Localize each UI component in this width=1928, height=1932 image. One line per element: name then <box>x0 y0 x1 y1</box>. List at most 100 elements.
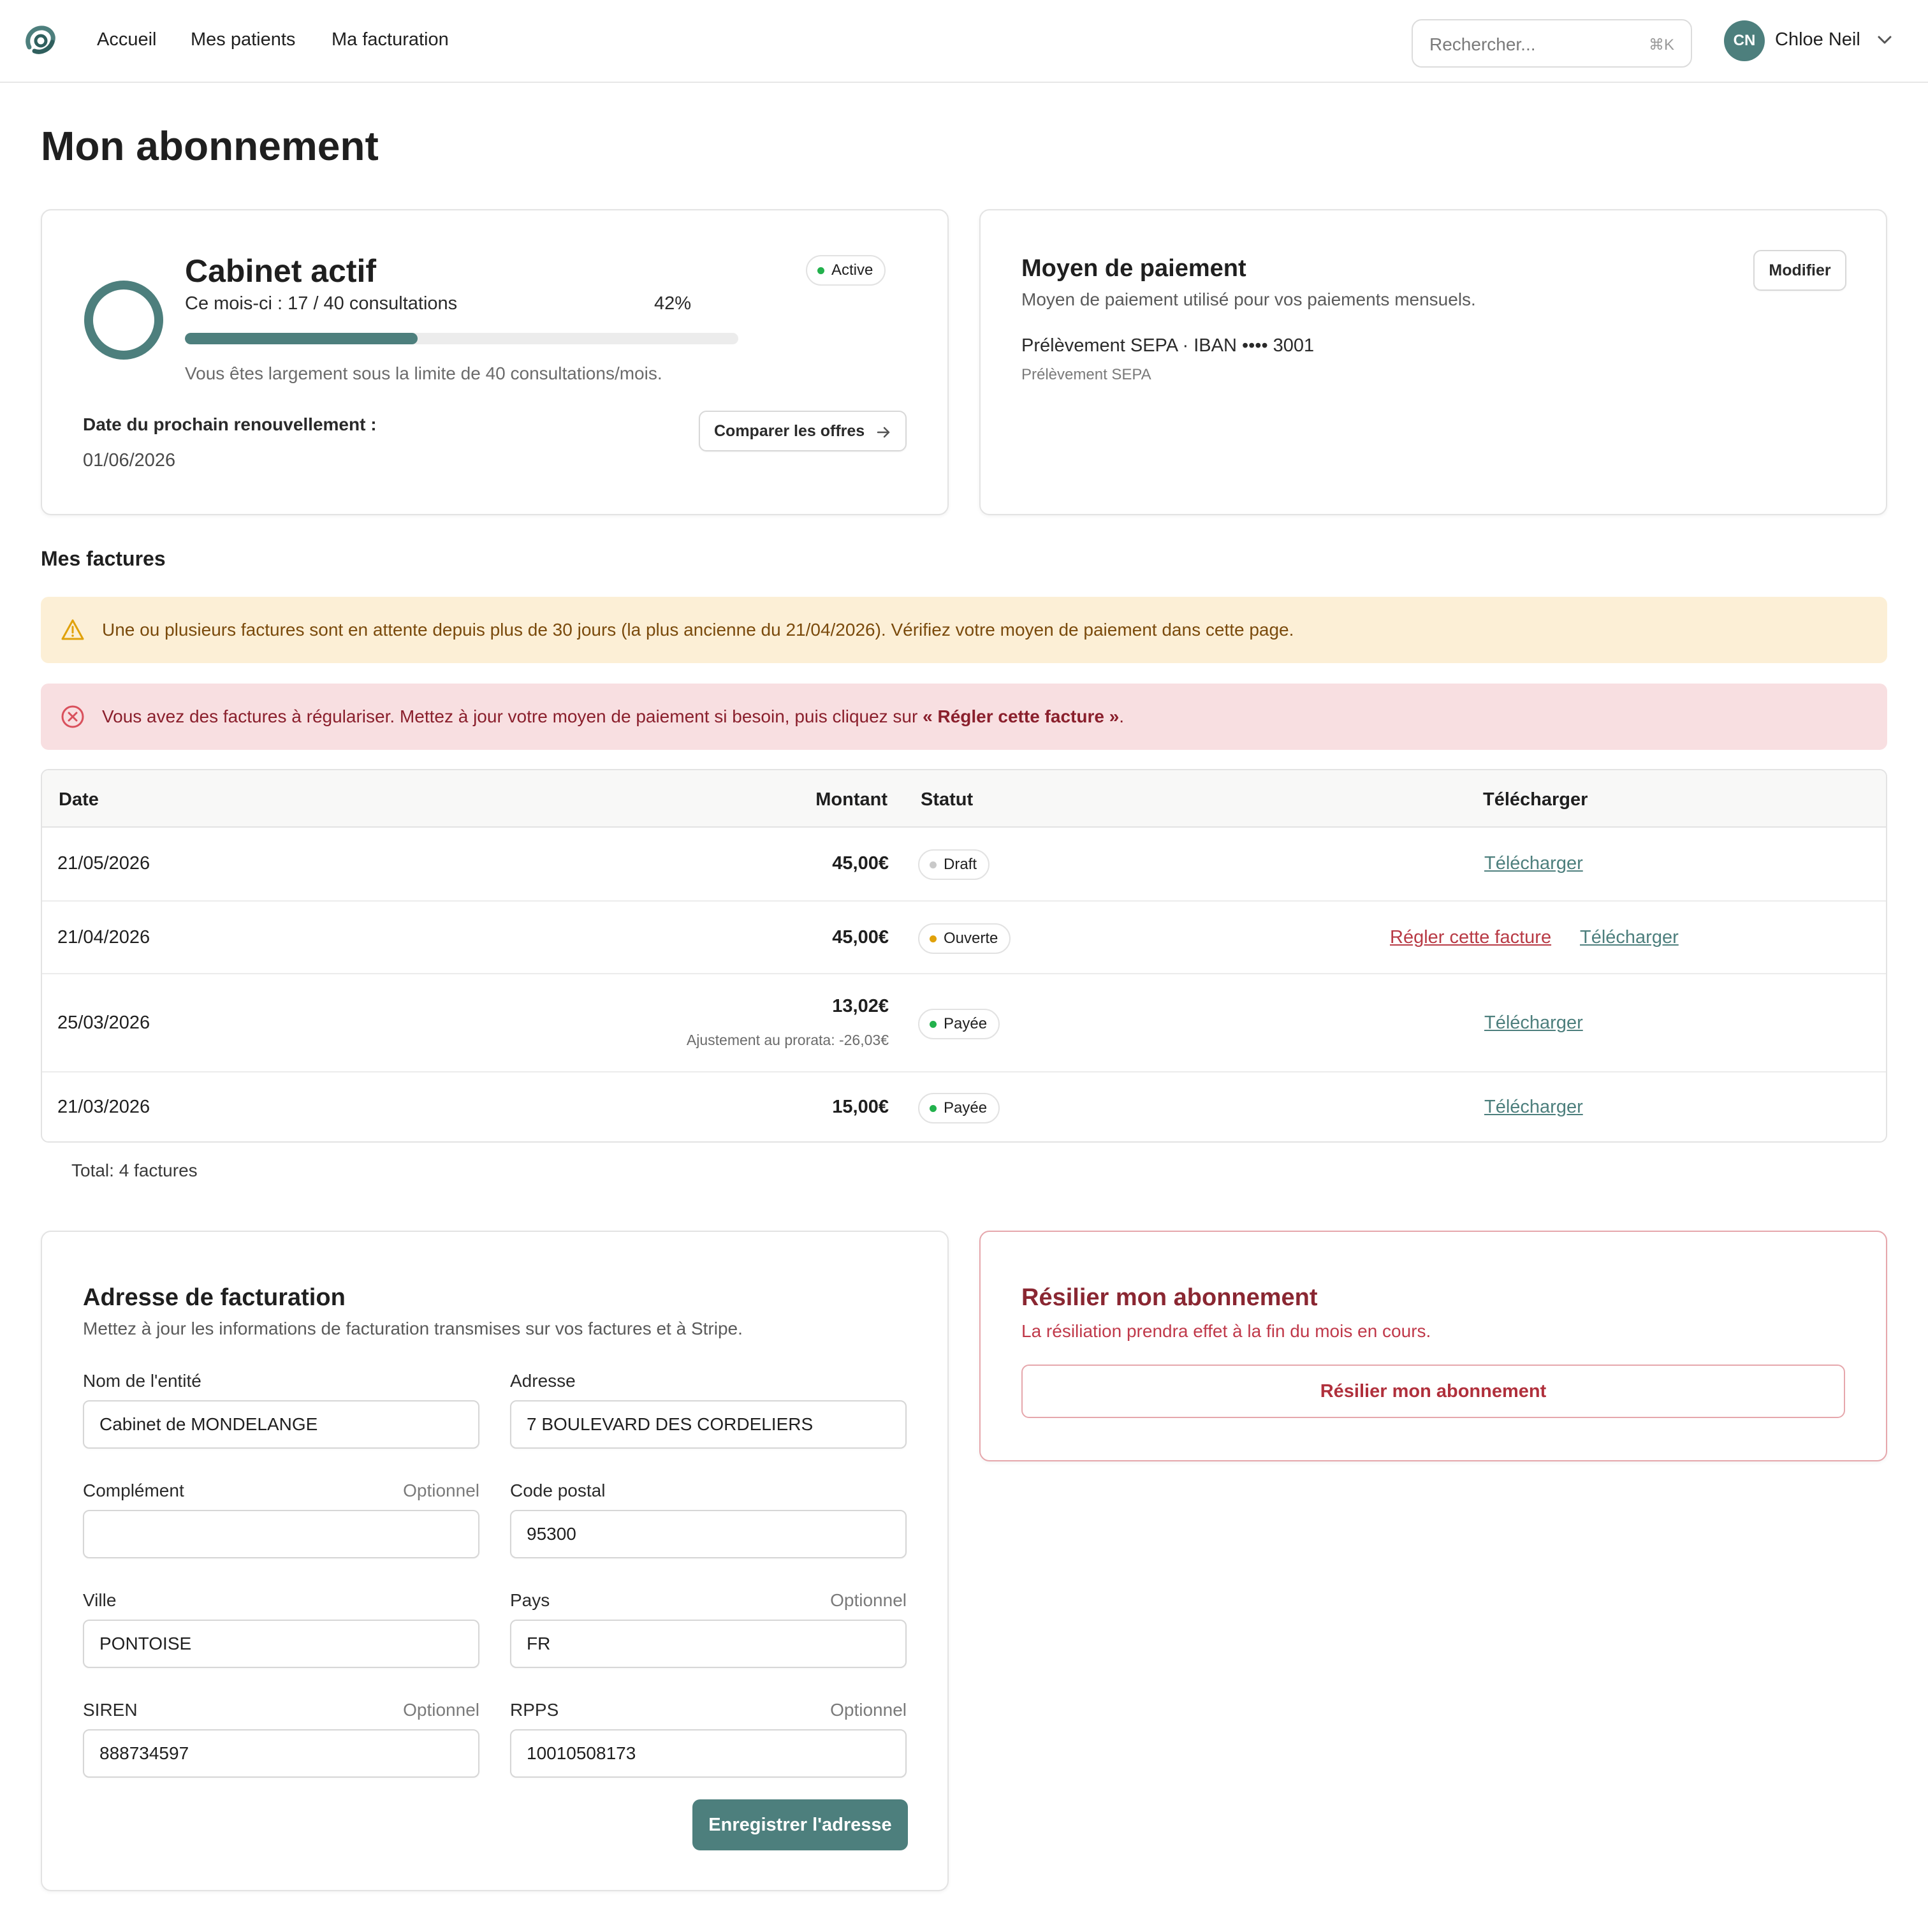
usage-percent: 42% <box>654 293 692 314</box>
optional-label: Optionnel <box>830 1590 907 1610</box>
address-label: Adresse <box>510 1371 576 1391</box>
address-field[interactable] <box>510 1400 907 1449</box>
invoice-date: 25/03/2026 <box>57 1013 150 1033</box>
table-row: 21/05/2026 45,00€ Draft Télécharger <box>42 828 1886 902</box>
payment-method-details: Prélèvement SEPA · IBAN •••• 3001 <box>1021 335 1315 356</box>
status-dot-icon <box>930 1021 937 1028</box>
complement-label: Complément <box>83 1481 184 1500</box>
invoices-section-title: Mes factures <box>41 547 166 570</box>
invoice-amount: 15,00€ <box>832 1097 889 1117</box>
invoice-status-badge: Ouverte <box>918 923 1011 954</box>
cancel-subscription-card: Résilier mon abonnement La résiliation p… <box>979 1231 1887 1461</box>
entity-name-field[interactable] <box>83 1400 479 1449</box>
siren-field[interactable] <box>83 1729 479 1778</box>
table-header: Date Montant Statut Télécharger <box>42 770 1886 828</box>
column-header-date: Date <box>59 789 99 810</box>
address-title: Adresse de facturation <box>83 1284 346 1311</box>
nav-patients-link[interactable]: Mes patients <box>191 29 295 50</box>
rpps-field[interactable] <box>510 1729 907 1778</box>
download-invoice-link[interactable]: Télécharger <box>1580 927 1679 948</box>
edit-payment-button[interactable]: Modifier <box>1753 250 1846 291</box>
search-input[interactable]: Rechercher... ⌘K <box>1412 19 1692 68</box>
cancel-subscription-button[interactable]: Résilier mon abonnement <box>1021 1365 1845 1418</box>
country-label: Pays <box>510 1590 550 1610</box>
column-header-status: Statut <box>921 789 974 810</box>
renewal-label: Date du prochain renouvellement : <box>83 414 377 434</box>
siren-label: SIREN <box>83 1700 138 1720</box>
billing-address-card: Adresse de facturation Mettez à jour les… <box>41 1231 949 1891</box>
column-header-amount: Montant <box>815 789 887 810</box>
overdue-warning-alert: Une ou plusieurs factures sont en attent… <box>41 597 1887 663</box>
save-address-button[interactable]: Enregistrer l'adresse <box>692 1799 908 1850</box>
plan-name: Cabinet actif <box>185 253 377 289</box>
compare-offers-button[interactable]: Comparer les offres <box>699 411 907 451</box>
status-dot-icon <box>930 1105 937 1112</box>
top-navigation-bar: Accueil Mes patients Ma facturation Rech… <box>0 0 1928 83</box>
error-text-suffix: . <box>1119 706 1125 726</box>
invoice-date: 21/04/2026 <box>57 927 150 948</box>
download-invoice-link[interactable]: Télécharger <box>1484 853 1583 874</box>
renewal-date: 01/06/2026 <box>83 450 176 471</box>
invoices-table: Date Montant Statut Télécharger 21/05/20… <box>41 769 1887 1143</box>
payment-method-card: Moyen de paiement Moyen de paiement util… <box>979 209 1887 515</box>
chevron-down-icon[interactable] <box>1876 33 1894 47</box>
invoice-amount: 45,00€ <box>832 853 889 874</box>
page-title: Mon abonnement <box>41 123 379 169</box>
usage-text: Ce mois-ci : 17 / 40 consultations <box>185 293 458 314</box>
arrow-right-icon <box>877 427 890 438</box>
invoice-amount: 13,02€ <box>832 996 889 1016</box>
user-avatar[interactable]: CN <box>1724 20 1765 61</box>
status-badge: Active <box>806 255 886 286</box>
optional-label: Optionnel <box>403 1481 479 1500</box>
postal-code-field[interactable] <box>510 1510 907 1558</box>
payment-subtitle: Moyen de paiement utilisé pour vos paiem… <box>1021 289 1476 309</box>
payment-title: Moyen de paiement <box>1021 255 1246 282</box>
invoices-total: Total: 4 factures <box>71 1160 198 1180</box>
prorata-adjustment-note: Ajustement au prorata: -26,03€ <box>686 1032 889 1048</box>
complement-field[interactable] <box>83 1510 479 1558</box>
invoice-status-label: Payée <box>944 1099 988 1116</box>
postal-code-label: Code postal <box>510 1481 606 1500</box>
usage-progress-fill <box>185 333 418 344</box>
country-field[interactable] <box>510 1620 907 1668</box>
download-invoice-link[interactable]: Télécharger <box>1484 1013 1583 1034</box>
pay-invoice-link[interactable]: Régler cette facture <box>1390 927 1551 948</box>
address-subtitle: Mettez à jour les informations de factur… <box>83 1319 743 1338</box>
status-dot-icon <box>930 861 937 868</box>
cancel-subtitle: La résiliation prendra effet à la fin du… <box>1021 1321 1431 1341</box>
city-field[interactable] <box>83 1620 479 1668</box>
optional-label: Optionnel <box>403 1700 479 1720</box>
rpps-label: RPPS <box>510 1700 559 1720</box>
invoice-status-badge: Draft <box>918 849 990 880</box>
invoice-amount: 45,00€ <box>832 927 889 948</box>
invoice-status-label: Payée <box>944 1015 988 1032</box>
invoice-status-label: Ouverte <box>944 930 998 947</box>
app-logo-icon[interactable] <box>22 22 60 60</box>
city-label: Ville <box>83 1590 117 1610</box>
usage-note: Vous êtes largement sous la limite de 40… <box>185 363 662 383</box>
download-invoice-link[interactable]: Télécharger <box>1484 1097 1583 1118</box>
status-dot-icon <box>930 935 937 942</box>
table-row: 21/04/2026 45,00€ Ouverte Régler cette f… <box>42 902 1886 974</box>
invoice-date: 21/03/2026 <box>57 1097 150 1117</box>
payment-method-type: Prélèvement SEPA <box>1021 366 1151 383</box>
column-header-download: Télécharger <box>1483 789 1588 810</box>
search-shortcut-hint: ⌘K <box>1648 36 1674 54</box>
user-name[interactable]: Chloe Neil <box>1775 29 1860 50</box>
invoice-date: 21/05/2026 <box>57 853 150 874</box>
table-row: 21/03/2026 15,00€ Payée Télécharger <box>42 1072 1886 1141</box>
invoice-status-badge: Payée <box>918 1093 1000 1123</box>
plan-ring-icon <box>84 281 163 360</box>
nav-home-link[interactable]: Accueil <box>97 29 157 50</box>
warning-triangle-icon <box>61 619 84 640</box>
table-row: 25/03/2026 13,02€ Ajustement au prorata:… <box>42 974 1886 1072</box>
status-badge-label: Active <box>831 261 873 279</box>
warning-text: Une ou plusieurs factures sont en attent… <box>102 620 1294 640</box>
optional-label: Optionnel <box>830 1700 907 1720</box>
compare-offers-label: Comparer les offres <box>714 421 865 440</box>
unpaid-error-alert: Vous avez des factures à régulariser. Me… <box>41 684 1887 750</box>
invoice-status-badge: Payée <box>918 1009 1000 1039</box>
error-circle-icon <box>61 705 84 728</box>
nav-billing-link[interactable]: Ma facturation <box>332 29 449 50</box>
invoice-status-label: Draft <box>944 856 977 873</box>
